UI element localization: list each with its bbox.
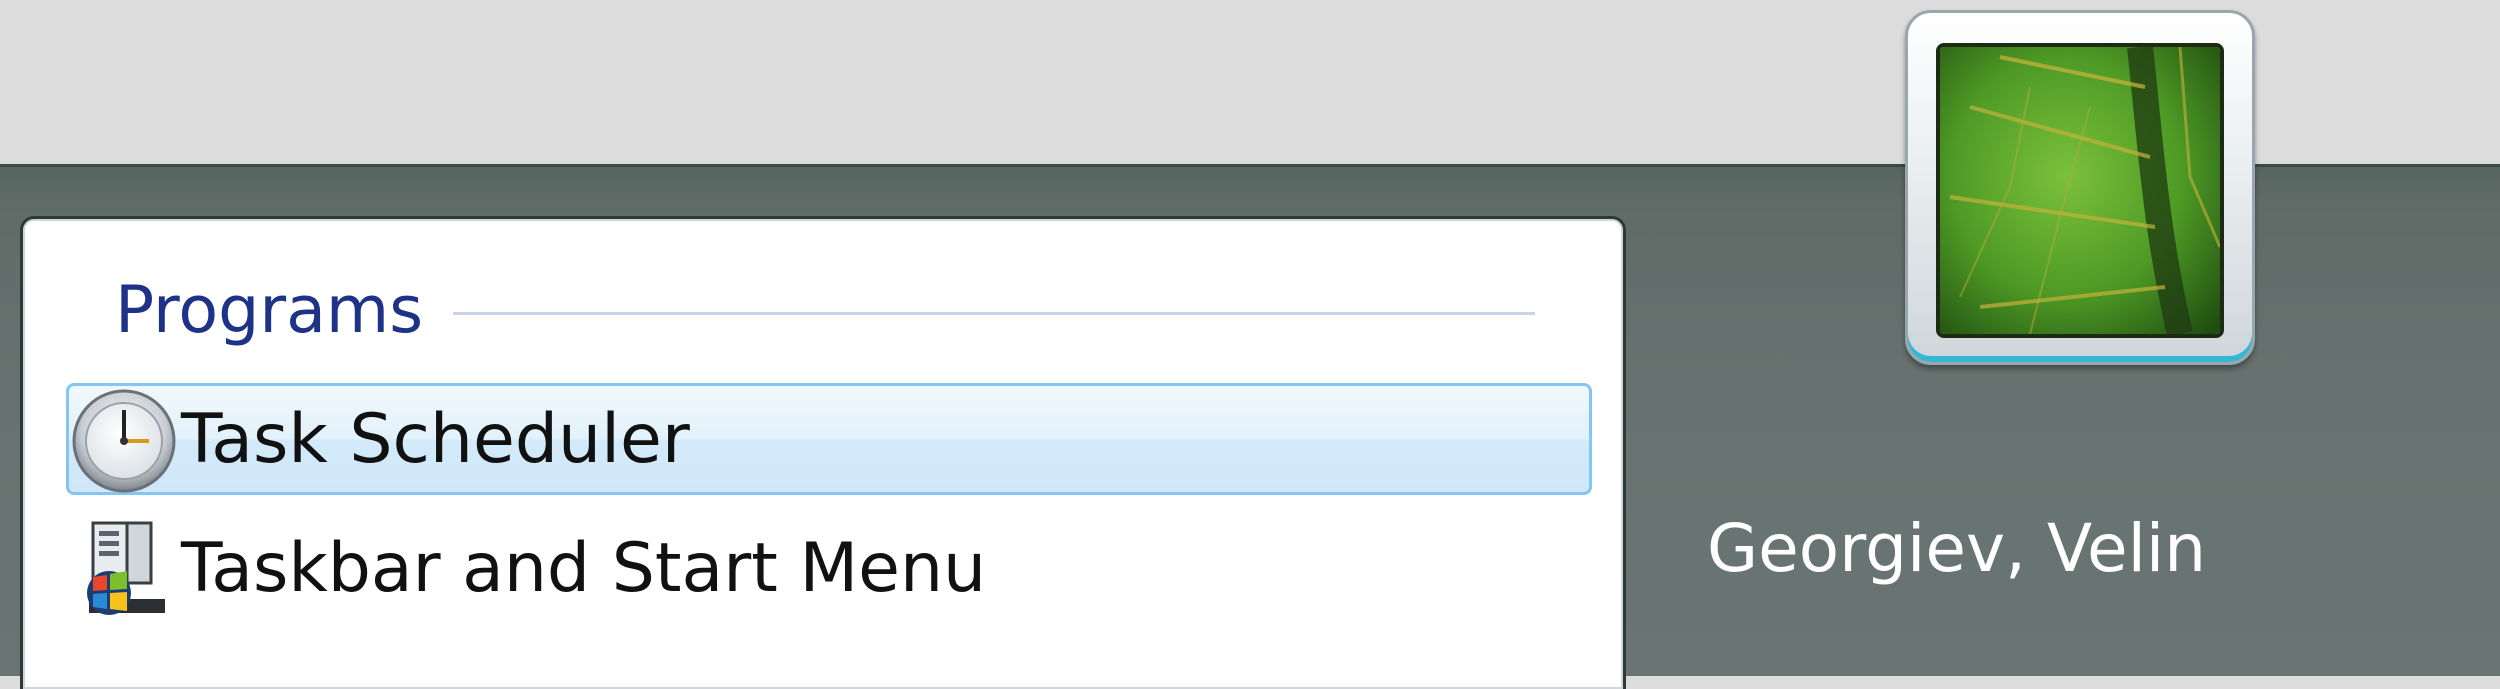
section-title: Programs (115, 272, 424, 348)
taskbar-start-menu-icon (69, 513, 179, 623)
result-item-label: Task Scheduler (181, 399, 690, 479)
programs-section-header: Programs (115, 270, 1535, 350)
section-divider (453, 311, 1535, 315)
user-picture-tile[interactable] (1905, 10, 2255, 365)
result-item-label: Taskbar and Start Menu (181, 528, 987, 608)
user-name[interactable]: Georgiev, Velin (1707, 510, 2206, 587)
result-item-taskbar-start-menu[interactable]: Taskbar and Start Menu (66, 512, 1592, 624)
result-item-task-scheduler[interactable]: Task Scheduler (66, 383, 1592, 495)
clock-icon (69, 384, 179, 494)
user-picture (1936, 43, 2224, 338)
